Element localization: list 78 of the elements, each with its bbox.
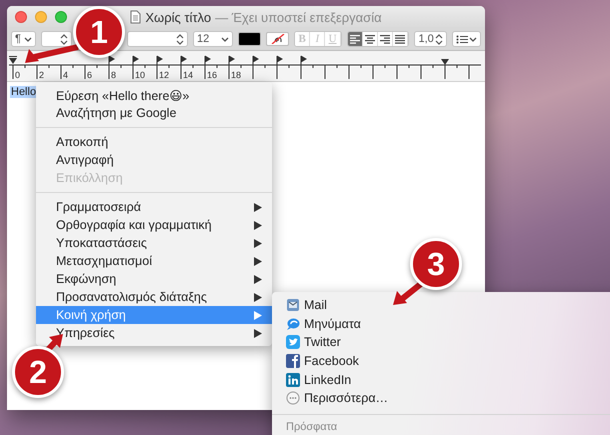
font-size-value: 12 [197,33,210,45]
ruler-number: 2 [39,70,44,80]
menu-item[interactable]: Μηνύματα [272,314,610,334]
list-style-popup[interactable] [452,31,482,47]
right-margin-marker-icon[interactable] [441,59,449,65]
window-subtitle: — Έχει υποστεί επεξεργασία [215,10,382,24]
menu-item[interactable]: Mail [272,296,610,315]
speech-bubble-icon [286,316,300,331]
document-text: Hello [10,86,38,98]
more-icon [286,391,300,406]
font-family-popup[interactable] [41,31,72,47]
menu-item[interactable]: Προσανατολισμός διάταξης [36,288,272,306]
section-header: Πρόσφατα [285,420,338,435]
font-size-popup[interactable]: 12 [193,31,234,47]
menu-item[interactable]: Εύρεση «Hello there😃» [36,86,272,104]
ruler-number: 0 [15,70,20,80]
close-button[interactable] [15,11,27,23]
line-spacing-value: 1,0 [418,33,434,45]
caret-icon [24,36,32,42]
align-justify-icon [394,34,406,44]
tab-stop-icon[interactable] [156,56,163,66]
stepper-icon [60,34,68,44]
tab-stop-icon[interactable] [252,56,259,66]
arrow [24,44,80,64]
in-logo-icon [286,372,300,387]
caret-icon [221,36,230,42]
ruler-number: 8 [111,70,116,80]
align-left-icon [348,34,361,44]
ruler-number: 14 [183,70,194,80]
align-center-icon [364,34,376,44]
arrow [392,280,424,306]
bullet-list-icon [456,34,468,44]
caret-icon [469,36,478,42]
menu-item[interactable]: Ορθογραφία και γραμματική [36,216,272,234]
menu-item[interactable]: LinkedIn [272,370,610,389]
menu-item[interactable]: Υπηρεσίες [36,324,272,342]
stepper-icon [176,34,184,44]
menu-item[interactable]: Εκφώνηση [36,270,272,288]
menu-item[interactable]: Αναζήτηση με Google [36,104,272,122]
highlight-color-well[interactable] [266,32,290,46]
mail-app-icon [286,298,300,312]
tab-stop-icon[interactable] [132,56,139,66]
tab-stop-icon[interactable] [300,56,307,66]
menu-item[interactable]: Γραμματοσειρά [36,198,272,216]
tab-stop-icon[interactable] [204,56,211,66]
align-center-button[interactable] [362,32,378,46]
tab-stop-icon[interactable] [108,56,115,66]
window-title: Χωρίς τίτλο [145,10,212,24]
menu-item[interactable]: Υποκαταστάσεις [36,234,272,252]
no-highlight-icon [270,34,285,44]
text-color-well[interactable] [238,32,262,46]
stepper-icon [435,34,444,44]
paragraph-style-label: ¶ [15,33,21,45]
ruler-number: 4 [63,70,68,80]
menu-item[interactable]: Facebook [272,352,610,370]
menu-item[interactable]: Περισσότερα… [272,388,610,408]
align-justify-button[interactable] [393,32,408,46]
tab-stop-icon[interactable] [228,56,235,66]
tab-stop-icon[interactable] [180,56,187,66]
menu-item[interactable]: Αντιγραφή [36,151,272,169]
ruler-number: 16 [207,70,218,80]
ruler-number: 18 [231,70,242,80]
menu-item[interactable]: Twitter [272,333,610,352]
align-left-button[interactable] [348,32,363,46]
ruler-number: 10 [135,70,146,80]
paragraph-style-popup[interactable]: ¶ [11,31,36,47]
document-icon [130,10,142,24]
align-right-icon [379,34,392,44]
menu-item[interactable]: Μετασχηματισμοί [36,252,272,270]
ruler-number: 6 [87,70,92,80]
align-right-button[interactable] [378,32,394,46]
tab-stop-icon[interactable] [276,56,283,66]
f-logo-icon [286,354,300,368]
line-spacing-popup[interactable]: 1,0 [414,31,448,47]
ruler-number: 12 [159,70,170,80]
indent-marker-icon[interactable] [9,56,17,64]
menu-item[interactable]: Αποκοπή [36,133,272,151]
bird-logo-icon [286,335,300,350]
